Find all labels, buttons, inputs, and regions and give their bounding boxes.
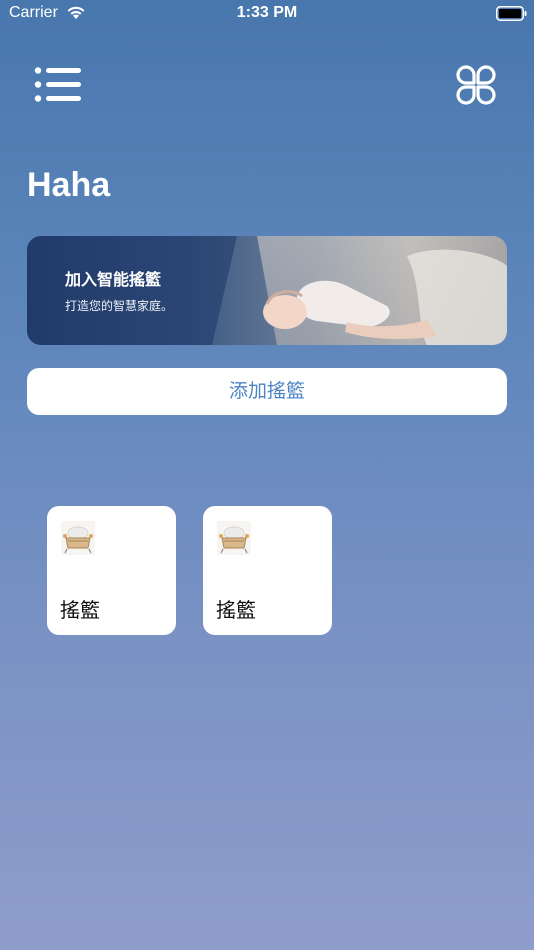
add-cradle-button[interactable]: 添加搖籃 [27,368,507,415]
menu-button[interactable] [34,66,82,104]
cradle-icon [217,521,251,555]
banner-title: 加入智能搖籃 [65,270,162,289]
cradle-icon [61,521,95,555]
device-card[interactable]: 搖籃 [203,506,332,635]
clock: 1:33 PM [236,4,298,21]
banner-subtitle: 打造您的智慧家庭。 [65,299,174,313]
device-name: 搖籃 [216,598,256,622]
join-banner[interactable]: 加入智能搖籃 打造您的智慧家庭。 [27,236,507,345]
apps-button[interactable] [455,64,497,106]
page-title: Haha [27,166,111,204]
status-bar: Carrier 1:33 PM [0,0,534,28]
device-card[interactable]: 搖籃 [47,506,176,635]
four-leaf-apps-icon [456,65,496,105]
battery-icon [496,6,527,21]
list-icon [34,67,81,102]
baby-photo [27,236,507,345]
device-name: 搖籃 [60,598,100,622]
